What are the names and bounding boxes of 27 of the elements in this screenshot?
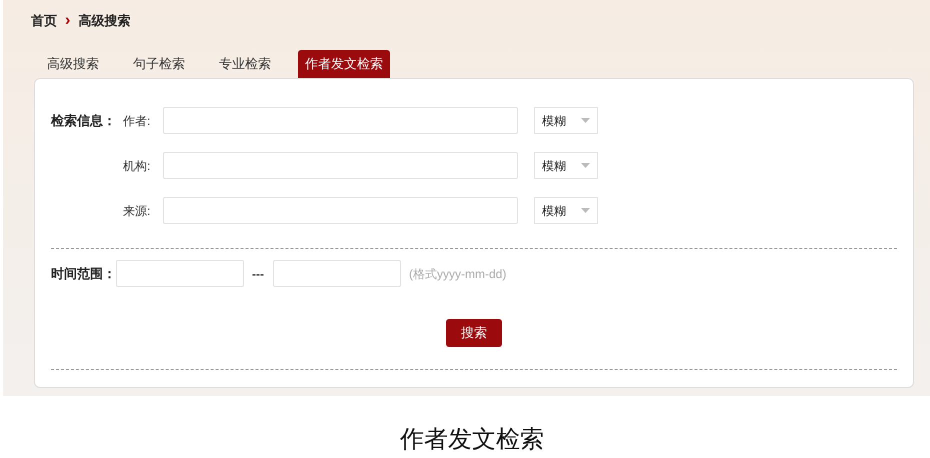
dropdown-arrow-icon bbox=[581, 208, 590, 213]
field-label: 来源: bbox=[123, 202, 152, 220]
tab[interactable]: 句子检索 bbox=[126, 50, 192, 78]
start-date-field[interactable] bbox=[116, 260, 244, 287]
field-label: 机构: bbox=[123, 158, 152, 174]
search-button[interactable]: 搜索 bbox=[446, 319, 502, 347]
input-field[interactable] bbox=[163, 197, 518, 224]
tab[interactable]: 作者发文检索 bbox=[298, 50, 390, 78]
dropdown-arrow-icon bbox=[581, 163, 590, 168]
search-info-label: 检索信息： bbox=[51, 112, 116, 128]
breadcrumb-separator: › bbox=[65, 11, 70, 31]
match-select[interactable]: 模糊 bbox=[534, 152, 598, 179]
range-separator: --- bbox=[252, 266, 265, 282]
tab[interactable]: 高级搜索 bbox=[40, 50, 106, 78]
figure-caption: 作者发文检索 bbox=[400, 426, 544, 455]
breadcrumb-link[interactable]: 首页 bbox=[31, 11, 57, 31]
date-format-hint: (格式yyyy-mm-dd) bbox=[409, 266, 506, 282]
breadcrumb-current: 高级搜索 bbox=[78, 12, 130, 30]
dropdown-arrow-icon bbox=[581, 118, 590, 123]
input-field[interactable] bbox=[163, 107, 518, 134]
time-range-label: 时间范围： bbox=[51, 264, 116, 283]
match-select[interactable]: 模糊 bbox=[534, 197, 598, 224]
input-field[interactable] bbox=[163, 152, 518, 179]
tab[interactable]: 专业检索 bbox=[212, 50, 278, 78]
field-label: 作者: bbox=[123, 112, 152, 130]
match-select[interactable]: 模糊 bbox=[534, 107, 598, 134]
end-date-field[interactable] bbox=[273, 260, 401, 287]
